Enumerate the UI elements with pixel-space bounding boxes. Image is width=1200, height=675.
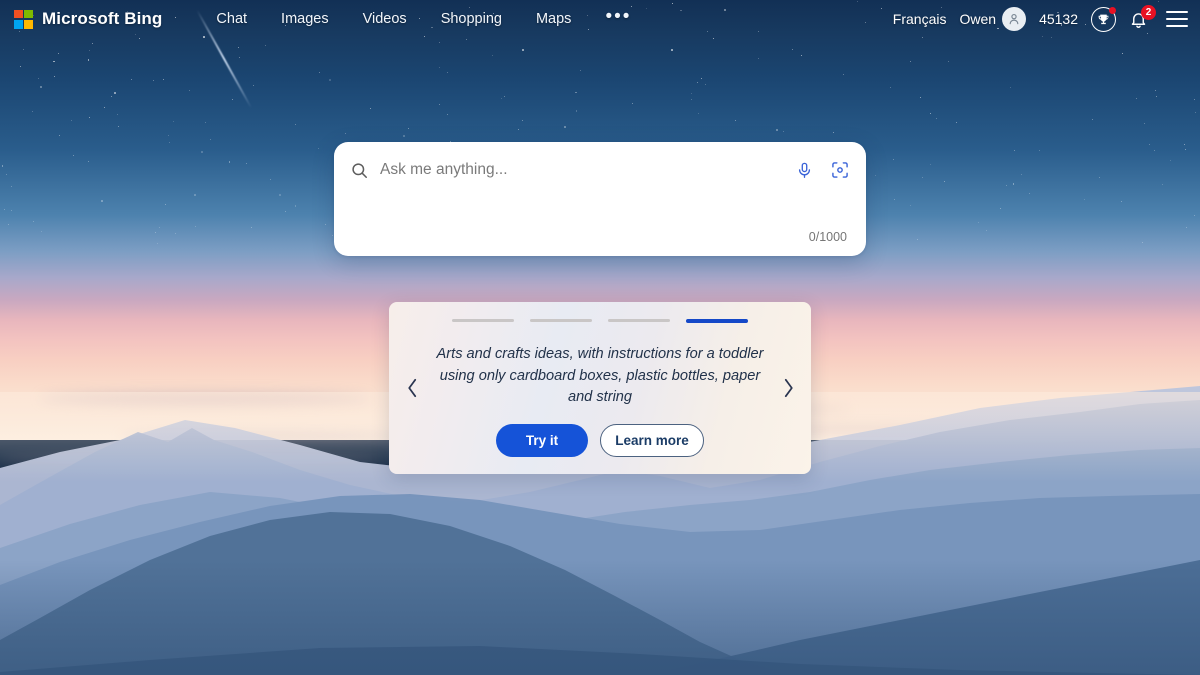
header-utilities: Français Owen 45132 2 [893, 5, 1188, 32]
person-avatar-icon[interactable] [1002, 7, 1027, 31]
search-input[interactable] [380, 161, 795, 179]
carousel-segment-1[interactable] [452, 319, 514, 322]
search-icon[interactable] [350, 161, 369, 180]
carousel-progress-indicator [389, 319, 811, 323]
main-nav: Chat Images Videos Shopping Maps ••• [216, 7, 631, 28]
user-account-chip[interactable]: Owen [959, 7, 1027, 31]
nav-item-maps[interactable]: Maps [536, 11, 571, 27]
microsoft-logo-icon [14, 9, 33, 29]
carousel-segment-2[interactable] [530, 319, 592, 322]
top-navigation-bar: Microsoft Bing Chat Images Videos Shoppi… [0, 0, 1200, 38]
learn-more-button[interactable]: Learn more [600, 424, 704, 457]
card-actions: Try it Learn more [389, 424, 811, 457]
character-counter: 0/1000 [808, 230, 847, 244]
nav-item-videos[interactable]: Videos [363, 11, 407, 27]
rewards-alert-dot [1109, 6, 1116, 14]
chevron-left-icon[interactable] [399, 373, 425, 403]
bing-brand-logo[interactable]: Microsoft Bing [14, 9, 162, 29]
nav-item-shopping[interactable]: Shopping [441, 11, 502, 27]
nav-more-button[interactable]: ••• [605, 7, 631, 27]
search-panel: 0/1000 [334, 142, 866, 256]
user-name-label: Owen [959, 11, 997, 27]
notifications-button[interactable]: 2 [1129, 5, 1156, 31]
chevron-right-icon[interactable] [775, 373, 801, 403]
try-it-button[interactable]: Try it [496, 424, 588, 457]
search-input-row [334, 142, 866, 198]
visual-search-camera-icon[interactable] [830, 160, 850, 180]
nav-item-chat[interactable]: Chat [216, 11, 247, 27]
rewards-points-label[interactable]: 45132 [1039, 11, 1078, 27]
hamburger-menu-icon[interactable] [1166, 11, 1188, 27]
carousel-segment-3[interactable] [608, 319, 670, 322]
rewards-trophy-button[interactable] [1091, 6, 1116, 32]
brand-name-label: Microsoft Bing [42, 9, 163, 28]
carousel-segment-4[interactable] [686, 319, 748, 323]
prompt-text: Arts and crafts ideas, with instructions… [436, 346, 764, 405]
microphone-icon[interactable] [795, 161, 814, 180]
prompt-suggestion-card: Arts and crafts ideas, with instructions… [389, 302, 811, 474]
page-background: Microsoft Bing Chat Images Videos Shoppi… [0, 0, 1200, 675]
language-selector[interactable]: Français [893, 11, 947, 27]
notification-count-badge: 2 [1141, 5, 1156, 20]
nav-item-images[interactable]: Images [281, 11, 329, 27]
